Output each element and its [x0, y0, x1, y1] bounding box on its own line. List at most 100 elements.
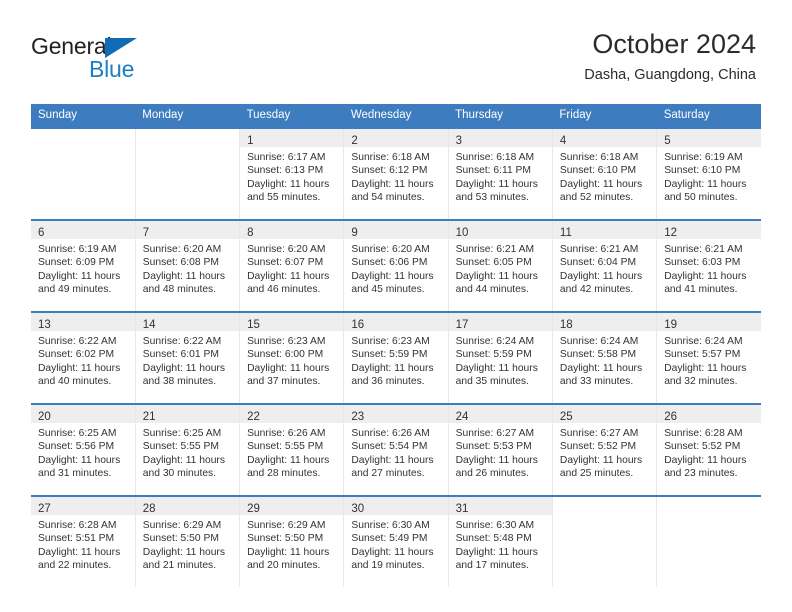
- day-number-band: 17: [448, 313, 552, 331]
- daylight-duration-line1: Daylight: 11 hours: [559, 178, 643, 190]
- calendar-day-cell[interactable]: 28 Sunrise: 6:29 AM Sunset: 5:50 PM Dayligh…: [134, 495, 240, 587]
- day-details: Sunrise: 6:20 AM Sunset: 6:07 PM Daylight:…: [240, 239, 343, 297]
- calendar-empty-cell: [134, 127, 240, 220]
- calendar-day-cell[interactable]: 12 Sunrise: 6:21 AM Sunset: 6:03 PM Dayligh…: [656, 219, 761, 312]
- day-cell-content: 30 Sunrise: 6:30 AM Sunset: 5:49 PM Dayligh…: [344, 497, 448, 587]
- calendar-week-row: 27 Sunrise: 6:28 AM Sunset: 5:51 PM Dayligh…: [31, 495, 761, 587]
- day-number-band: 26: [657, 405, 761, 423]
- calendar-day-cell[interactable]: 17 Sunrise: 6:24 AM Sunset: 5:59 PM Dayligh…: [447, 311, 553, 404]
- daylight-duration-line2: and 26 minutes.: [455, 468, 529, 480]
- sunrise-time: Sunrise: 6:29 AM: [247, 520, 326, 531]
- calendar-day-cell[interactable]: 18 Sunrise: 6:24 AM Sunset: 5:58 PM Dayligh…: [551, 311, 657, 404]
- calendar-day-cell[interactable]: 26 Sunrise: 6:28 AM Sunset: 5:52 PM Dayligh…: [656, 403, 761, 496]
- sunrise-time: Sunrise: 6:27 AM: [455, 428, 535, 439]
- calendar-day-cell[interactable]: 23 Sunrise: 6:26 AM Sunset: 5:54 PM Dayligh…: [343, 403, 449, 496]
- day-number-band: 13: [31, 313, 135, 331]
- sunrise-time: Sunrise: 6:24 AM: [455, 336, 535, 347]
- sunrise-time: Sunrise: 6:29 AM: [142, 520, 222, 531]
- general-blue-logo: General Blue: [31, 33, 211, 85]
- calendar-day-cell[interactable]: 3 Sunrise: 6:18 AM Sunset: 6:11 PM Daylight…: [447, 127, 553, 220]
- calendar-day-cell[interactable]: 25 Sunrise: 6:27 AM Sunset: 5:52 PM Dayligh…: [551, 403, 657, 496]
- day-number: 29: [247, 503, 260, 515]
- day-cell-content: 11 Sunrise: 6:21 AM Sunset: 6:04 PM Dayligh…: [552, 221, 657, 311]
- calendar-day-cell[interactable]: 19 Sunrise: 6:24 AM Sunset: 5:57 PM Dayligh…: [656, 311, 761, 404]
- day-details: Sunrise: 6:22 AM Sunset: 6:02 PM Daylight:…: [31, 331, 135, 389]
- calendar-day-cell[interactable]: 6 Sunrise: 6:19 AM Sunset: 6:09 PM Daylight…: [31, 219, 136, 312]
- daylight-duration-line1: Daylight: 11 hours: [247, 178, 330, 190]
- calendar-day-cell[interactable]: 30 Sunrise: 6:30 AM Sunset: 5:49 PM Dayligh…: [343, 495, 449, 587]
- day-number: 30: [351, 503, 365, 515]
- calendar-day-cell[interactable]: 31 Sunrise: 6:30 AM Sunset: 5:48 PM Dayligh…: [447, 495, 553, 587]
- calendar-day-cell[interactable]: 7 Sunrise: 6:20 AM Sunset: 6:08 PM Daylight…: [134, 219, 240, 312]
- day-number: 5: [664, 135, 671, 147]
- calendar-day-cell[interactable]: 16 Sunrise: 6:23 AM Sunset: 5:59 PM Dayligh…: [343, 311, 449, 404]
- weekday-header-wednesday: Wednesday: [343, 104, 449, 128]
- day-number-band: 29: [240, 497, 344, 515]
- day-cell-content: 29 Sunrise: 6:29 AM Sunset: 5:50 PM Dayligh…: [240, 497, 344, 587]
- day-details: Sunrise: 6:24 AM Sunset: 5:57 PM Daylight:…: [657, 331, 761, 389]
- daylight-duration-line2: and 22 minutes.: [38, 560, 112, 572]
- day-number-band: 1: [240, 129, 344, 147]
- daylight-duration-line2: and 55 minutes.: [247, 192, 321, 204]
- day-details: Sunrise: 6:17 AM Sunset: 6:13 PM Daylight:…: [240, 147, 343, 205]
- day-number-band: 24: [448, 405, 552, 423]
- sunrise-time: Sunrise: 6:21 AM: [664, 244, 743, 255]
- calendar-empty-cell: [31, 127, 136, 220]
- day-number: 10: [455, 227, 469, 239]
- calendar-day-cell[interactable]: 21 Sunrise: 6:25 AM Sunset: 5:55 PM Dayligh…: [134, 403, 240, 496]
- calendar-day-cell[interactable]: 4 Sunrise: 6:18 AM Sunset: 6:10 PM Daylight…: [551, 127, 657, 220]
- sunrise-sunset-calendar: Sunday Monday Tuesday Wednesday Thursday Frid…: [31, 104, 761, 587]
- calendar-day-cell[interactable]: 13 Sunrise: 6:22 AM Sunset: 6:02 PM Dayligh…: [31, 311, 136, 404]
- day-details: Sunrise: 6:19 AM Sunset: 6:10 PM Daylight:…: [657, 147, 761, 205]
- day-number: 22: [247, 411, 260, 423]
- calendar-day-cell[interactable]: 22 Sunrise: 6:26 AM Sunset: 5:55 PM Dayligh…: [239, 403, 344, 496]
- weekday-header-tuesday: Tuesday: [239, 104, 344, 128]
- day-number-band: 6: [31, 221, 135, 239]
- calendar-day-cell[interactable]: 1 Sunrise: 6:17 AM Sunset: 6:13 PM Daylight…: [239, 127, 344, 220]
- sunset-time: Sunset: 5:54 PM: [351, 441, 428, 453]
- daylight-duration-line2: and 44 minutes.: [455, 284, 529, 296]
- day-cell-content: 15 Sunrise: 6:23 AM Sunset: 6:00 PM Dayligh…: [240, 313, 344, 403]
- day-cell-content: [31, 129, 135, 219]
- calendar-day-cell[interactable]: 9 Sunrise: 6:20 AM Sunset: 6:06 PM Daylight…: [343, 219, 449, 312]
- sunset-time: Sunset: 6:11 PM: [455, 165, 531, 177]
- calendar-body: 1 Sunrise: 6:17 AM Sunset: 6:13 PM Daylight…: [31, 127, 761, 587]
- daylight-duration-line1: Daylight: 11 hours: [247, 270, 330, 282]
- day-number-band: 28: [135, 497, 240, 515]
- day-number: 6: [38, 227, 45, 239]
- day-cell-content: 31 Sunrise: 6:30 AM Sunset: 5:48 PM Dayligh…: [448, 497, 552, 587]
- day-number-band: 30: [344, 497, 448, 515]
- sunset-time: Sunset: 5:59 PM: [455, 349, 532, 361]
- calendar-day-cell[interactable]: 10 Sunrise: 6:21 AM Sunset: 6:05 PM Dayligh…: [447, 219, 553, 312]
- daylight-duration-line1: Daylight: 11 hours: [351, 178, 434, 190]
- daylight-duration-line2: and 32 minutes.: [664, 376, 738, 388]
- sunrise-time: Sunrise: 6:20 AM: [142, 244, 222, 255]
- sunrise-time: Sunrise: 6:20 AM: [351, 244, 430, 255]
- day-number-band: 7: [135, 221, 240, 239]
- sunrise-time: Sunrise: 6:23 AM: [247, 336, 326, 347]
- sunset-time: Sunset: 6:07 PM: [247, 257, 324, 269]
- calendar-day-cell[interactable]: 11 Sunrise: 6:21 AM Sunset: 6:04 PM Dayligh…: [551, 219, 657, 312]
- day-number-band: [31, 129, 135, 147]
- calendar-day-cell[interactable]: 29 Sunrise: 6:29 AM Sunset: 5:50 PM Dayligh…: [239, 495, 344, 587]
- calendar-day-cell[interactable]: 2 Sunrise: 6:18 AM Sunset: 6:12 PM Daylight…: [343, 127, 449, 220]
- title-block: October 2024 Dasha, Guangdong, China: [584, 28, 756, 85]
- calendar-day-cell[interactable]: 27 Sunrise: 6:28 AM Sunset: 5:51 PM Dayligh…: [31, 495, 136, 587]
- calendar-day-cell[interactable]: 8 Sunrise: 6:20 AM Sunset: 6:07 PM Daylight…: [239, 219, 344, 312]
- weekday-header-thursday: Thursday: [448, 104, 553, 128]
- calendar-week-row: 6 Sunrise: 6:19 AM Sunset: 6:09 PM Daylight…: [31, 219, 761, 312]
- calendar-day-cell[interactable]: 20 Sunrise: 6:25 AM Sunset: 5:56 PM Dayligh…: [31, 403, 136, 496]
- sunrise-time: Sunrise: 6:19 AM: [664, 152, 743, 163]
- daylight-duration-line2: and 33 minutes.: [559, 376, 634, 388]
- calendar-day-cell[interactable]: 14 Sunrise: 6:22 AM Sunset: 6:01 PM Dayligh…: [134, 311, 240, 404]
- day-details: Sunrise: 6:27 AM Sunset: 5:53 PM Daylight:…: [449, 423, 552, 481]
- daylight-duration-line1: Daylight: 11 hours: [142, 546, 226, 558]
- day-number-band: [657, 497, 761, 515]
- day-cell-content: 3 Sunrise: 6:18 AM Sunset: 6:11 PM Daylight…: [448, 129, 552, 219]
- calendar-day-cell[interactable]: 5 Sunrise: 6:19 AM Sunset: 6:10 PM Daylight…: [656, 127, 761, 220]
- day-number: 3: [455, 135, 463, 147]
- daylight-duration-line2: and 54 minutes.: [351, 192, 425, 204]
- calendar-day-cell[interactable]: 15 Sunrise: 6:23 AM Sunset: 6:00 PM Dayligh…: [239, 311, 344, 404]
- calendar-day-cell[interactable]: 24 Sunrise: 6:27 AM Sunset: 5:53 PM Dayligh…: [447, 403, 553, 496]
- day-cell-content: 27 Sunrise: 6:28 AM Sunset: 5:51 PM Dayligh…: [31, 497, 135, 587]
